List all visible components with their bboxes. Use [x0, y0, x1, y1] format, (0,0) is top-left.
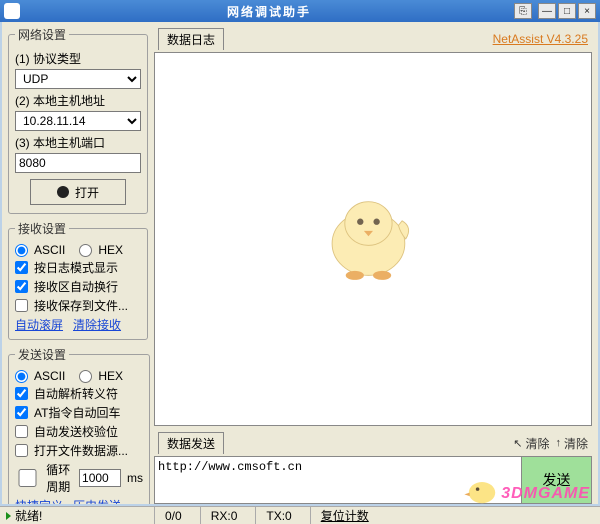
mascot-icon — [318, 189, 428, 289]
send-button[interactable]: 发送 — [521, 457, 591, 503]
left-panel: 网络设置 (1) 协议类型 UDP (2) 本地主机地址 10.28.11.14… — [2, 22, 154, 504]
log-tab[interactable]: 数据日志 — [158, 28, 224, 50]
send-atreturn-check[interactable] — [15, 406, 28, 419]
status-seg3: TX:0 — [255, 507, 301, 524]
status-ready: 就绪! — [15, 507, 42, 524]
port-label: (3) 本地主机端口 — [15, 134, 141, 151]
send-checksum-check[interactable] — [15, 425, 28, 438]
network-settings-legend: 网络设置 — [15, 26, 69, 43]
maximize-button[interactable]: □ — [558, 3, 576, 19]
clear-left-button[interactable]: ↖清除 — [513, 435, 549, 452]
send-cycle-check[interactable] — [15, 469, 40, 487]
ready-icon — [6, 512, 11, 520]
recv-savefile-check[interactable] — [15, 299, 28, 312]
right-panel: 数据日志 NetAssist V4.3.25 数据发送 ↖清除 ↑清除 — [154, 22, 598, 504]
close-button[interactable]: × — [578, 3, 596, 19]
send-settings-group: 发送设置 ASCII HEX 自动解析转义符 AT指令自动回车 自动发送校验位 … — [8, 346, 150, 504]
recv-hex-radio[interactable] — [79, 244, 92, 257]
send-ascii-radio[interactable] — [15, 370, 28, 383]
send-hex-radio[interactable] — [79, 370, 92, 383]
status-seg2: RX:0 — [200, 507, 248, 524]
recv-clear-link[interactable]: 清除接收 — [73, 316, 121, 333]
status-reset[interactable]: 复位计数 — [310, 507, 379, 524]
minimize-button[interactable]: — — [538, 3, 556, 19]
window-title: 网络调试助手 — [26, 3, 512, 20]
recv-autoscroll-link[interactable]: 自动滚屏 — [15, 316, 63, 333]
open-button-label: 打开 — [75, 184, 99, 201]
status-bar: 就绪! 0/0 RX:0 TX:0 复位计数 — [0, 506, 600, 524]
port-input[interactable] — [15, 153, 141, 173]
receive-settings-legend: 接收设置 — [15, 220, 69, 237]
pin-button[interactable]: ⎘ — [514, 3, 532, 19]
send-tab[interactable]: 数据发送 — [158, 432, 224, 454]
send-cycle-input[interactable] — [79, 469, 121, 487]
recv-wrap-check[interactable] — [15, 280, 28, 293]
titlebar: 网络调试助手 ⎘ — □ × — [0, 0, 600, 22]
protocol-label: (1) 协议类型 — [15, 50, 141, 67]
receive-settings-group: 接收设置 ASCII HEX 按日志模式显示 接收区自动换行 接收保存到文件..… — [8, 220, 148, 340]
send-openfile-check[interactable] — [15, 444, 28, 457]
version-link[interactable]: NetAssist V4.3.25 — [493, 32, 588, 46]
host-label: (2) 本地主机地址 — [15, 92, 141, 109]
log-textarea[interactable] — [154, 52, 592, 426]
host-select[interactable]: 10.28.11.14 — [15, 111, 141, 131]
clear-up-button[interactable]: ↑清除 — [555, 435, 588, 452]
app-icon — [4, 3, 20, 19]
status-seg1: 0/0 — [154, 507, 192, 524]
send-textarea[interactable]: http://www.cmsoft.cn — [155, 457, 521, 503]
recv-logmode-check[interactable] — [15, 261, 28, 274]
status-dot-icon — [57, 186, 69, 198]
send-escape-check[interactable] — [15, 387, 28, 400]
recv-ascii-radio[interactable] — [15, 244, 28, 257]
send-history-link[interactable]: 历史发送 — [73, 497, 121, 504]
network-settings-group: 网络设置 (1) 协议类型 UDP (2) 本地主机地址 10.28.11.14… — [8, 26, 148, 214]
open-button[interactable]: 打开 — [30, 179, 126, 205]
protocol-select[interactable]: UDP — [15, 69, 141, 89]
send-settings-legend: 发送设置 — [15, 346, 69, 363]
send-shortcut-link[interactable]: 快捷定义 — [15, 497, 63, 504]
